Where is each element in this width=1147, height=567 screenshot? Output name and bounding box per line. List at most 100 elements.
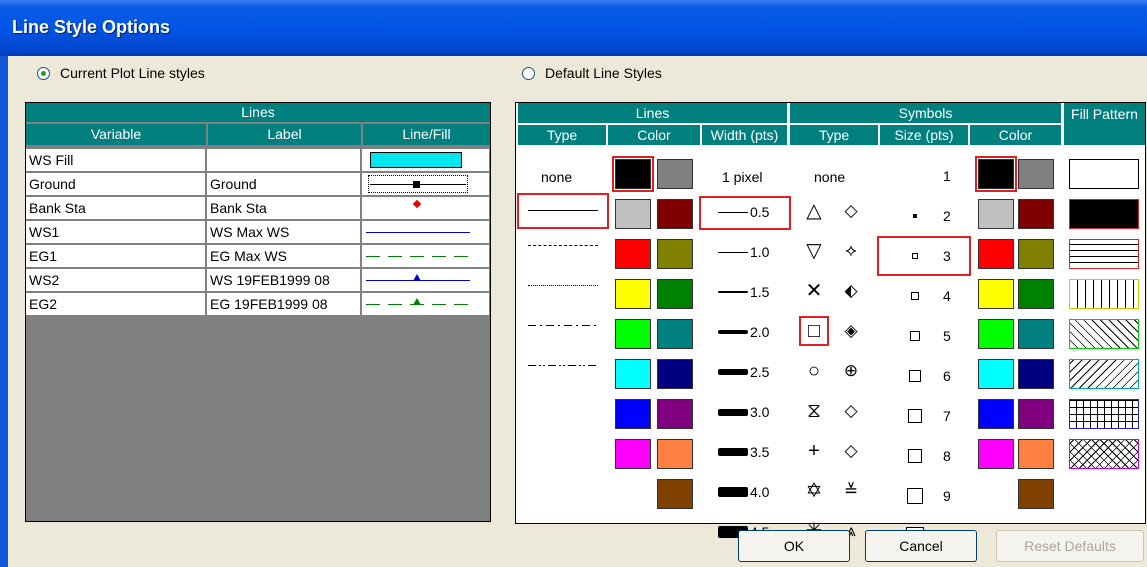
color-swatch[interactable] [1018,239,1054,269]
color-swatch[interactable] [1018,439,1054,469]
diamond-line-icon[interactable]: ⬖ [839,279,863,303]
color-swatch[interactable] [978,279,1014,309]
triple-bar-icon[interactable]: ≚ [839,479,863,503]
fill-pattern-vertical[interactable] [1069,279,1139,309]
current-plot-line-styles-radio[interactable]: Current Plot Line styles [37,63,205,83]
diamond-dot-icon[interactable]: ◇ [839,199,863,223]
symbol-type-none[interactable]: none [814,169,845,185]
label-cell[interactable] [207,149,361,172]
table-row[interactable]: EG1 EG Max WS [26,245,490,268]
hourglass-icon[interactable]: ⧖ [802,399,826,423]
width-option[interactable]: 2.0 [702,319,788,345]
circle-cross-icon[interactable]: ⊕ [839,359,863,383]
label-cell[interactable]: WS 19FEB1999 08 [207,269,361,292]
line-fill-cell[interactable] [362,173,490,196]
color-swatch[interactable] [612,156,654,192]
width-option[interactable]: 3.0 [702,399,788,425]
color-swatch[interactable] [657,359,693,389]
fill-pattern-grid[interactable] [1069,399,1139,429]
triangle-up-icon[interactable]: △ [802,199,826,223]
label-cell[interactable]: EG Max WS [207,245,361,268]
fill-pattern-crosshatch[interactable] [1069,439,1139,469]
ok-button[interactable]: OK [738,530,850,562]
width-option[interactable]: 4.0 [702,479,788,505]
size-option[interactable]: 3 [877,236,971,276]
color-swatch[interactable] [1018,159,1054,189]
color-swatch[interactable] [978,239,1014,269]
line-type-none[interactable]: none [541,169,572,185]
size-option[interactable]: 7 [880,399,968,433]
line-type-solid[interactable] [517,193,609,229]
table-row[interactable]: Ground Ground [26,173,490,196]
size-option[interactable]: 2 [880,199,968,233]
width-1-pixel[interactable]: 1 pixel [722,169,762,185]
line-type-dot[interactable] [528,285,598,286]
fill-pattern-diagonal-back[interactable] [1069,319,1139,349]
color-swatch[interactable] [615,199,651,229]
color-swatch[interactable] [1018,279,1054,309]
width-option[interactable]: 1.0 [702,239,788,265]
size-option[interactable]: 8 [880,439,968,473]
line-fill-cell[interactable] [362,293,490,316]
label-cell[interactable]: Ground [207,173,361,196]
color-swatch[interactable] [657,479,693,509]
color-swatch[interactable] [1018,359,1054,389]
color-swatch[interactable] [615,399,651,429]
line-type-dash[interactable] [528,245,598,246]
color-swatch[interactable] [978,399,1014,429]
diamond-slash-icon[interactable]: ◇ [839,399,863,423]
fill-pattern-horizontal[interactable] [1069,239,1139,269]
color-swatch[interactable] [657,239,693,269]
color-swatch[interactable] [657,399,693,429]
color-swatch[interactable] [975,156,1017,192]
color-swatch[interactable] [615,319,651,349]
diamond-cross-icon[interactable]: ⟡ [839,239,863,263]
color-swatch[interactable] [615,439,651,469]
color-swatch[interactable] [1018,199,1054,229]
label-cell[interactable]: Bank Sta [207,197,361,220]
reset-defaults-button[interactable]: Reset Defaults [996,530,1144,562]
color-swatch[interactable] [615,279,651,309]
color-swatch[interactable] [978,439,1014,469]
fill-pattern-white[interactable] [1069,159,1139,189]
color-swatch[interactable] [657,199,693,229]
default-line-styles-radio[interactable]: Default Line Styles [522,63,662,83]
color-swatch[interactable] [615,239,651,269]
width-0-5[interactable]: 0.5 [699,196,791,230]
width-option[interactable]: 2.5 [702,359,788,385]
color-swatch[interactable] [978,359,1014,389]
color-swatch[interactable] [978,319,1014,349]
table-row[interactable]: Bank Sta Bank Sta [26,197,490,220]
line-type-dash-dot-dot[interactable] [528,365,598,366]
label-cell[interactable]: WS Max WS [207,221,361,244]
table-row[interactable]: WS1 WS Max WS [26,221,490,244]
color-swatch[interactable] [1018,399,1054,429]
square-icon[interactable]: □ [799,316,829,346]
color-swatch[interactable] [1018,319,1054,349]
line-fill-cell[interactable] [362,149,490,172]
star-icon[interactable]: ✡ [802,479,826,503]
table-row[interactable]: EG2 EG 19FEB1999 08 [26,293,490,316]
size-option[interactable]: 6 [880,359,968,393]
color-swatch[interactable] [1018,479,1054,509]
table-row[interactable]: WS Fill [26,149,490,172]
size-option[interactable]: 1 [880,159,968,193]
circle-icon[interactable]: ○ [802,359,826,383]
color-swatch[interactable] [657,439,693,469]
width-option[interactable]: 3.5 [702,439,788,465]
color-swatch[interactable] [657,159,693,189]
color-swatch[interactable] [657,279,693,309]
color-swatch[interactable] [978,199,1014,229]
line-fill-cell[interactable] [362,197,490,220]
line-type-dash-dot[interactable] [528,325,598,326]
size-option[interactable]: 5 [880,319,968,353]
fill-pattern-black[interactable] [1069,199,1139,229]
x-icon[interactable]: ✕ [802,279,826,303]
plus-icon[interactable]: + [802,439,826,463]
size-option[interactable]: 9 [880,479,968,513]
table-row[interactable]: WS2 WS 19FEB1999 08 [26,269,490,292]
cancel-button[interactable]: Cancel [865,530,977,562]
width-option[interactable]: 1.5 [702,279,788,305]
line-fill-cell[interactable] [362,221,490,244]
size-option[interactable]: 4 [880,279,968,313]
